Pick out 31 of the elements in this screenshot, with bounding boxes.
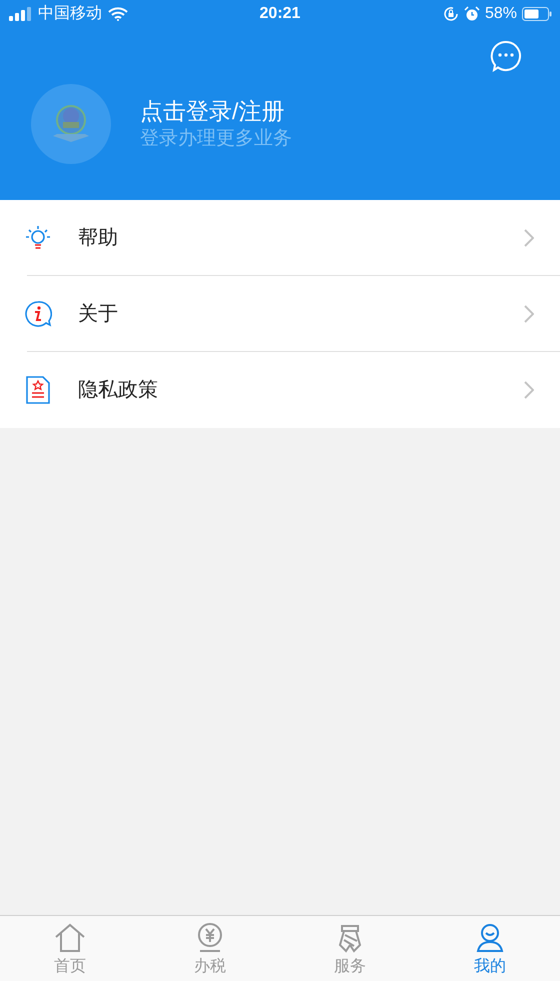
tab[interactable]: 办税 (140, 916, 280, 981)
coin-icon (196, 922, 224, 952)
document-icon (25, 375, 51, 405)
person-icon (476, 922, 504, 952)
chevron-icon (524, 381, 534, 399)
chevron-icon (524, 305, 534, 323)
login-title[interactable]: 点击登录/注册 (140, 96, 292, 126)
menu-item[interactable]: 关于 (0, 276, 560, 352)
chevron-icon (524, 229, 534, 247)
tab[interactable]: 服务 (280, 916, 420, 981)
battery-percent: 58% (484, 4, 517, 24)
rotation-lock-icon (442, 6, 459, 22)
carrier-text: 中国移动 (38, 4, 102, 24)
status-time: 20:21 (260, 4, 300, 24)
wifi-icon (108, 7, 128, 21)
signal-icon (8, 7, 32, 21)
alarm-icon (464, 6, 480, 22)
home-icon (54, 922, 86, 952)
battery-icon (522, 7, 552, 21)
menu-label: 关于 (78, 302, 119, 327)
menu-item[interactable]: 隐私政策 (0, 352, 560, 428)
message-icon[interactable] (490, 40, 522, 72)
menu-label: 隐私政策 (78, 378, 159, 403)
login-subtitle: 登录办理更多业务 (140, 127, 292, 151)
tab[interactable]: 首页 (0, 916, 140, 981)
menu-item[interactable]: 帮助 (0, 200, 560, 276)
menu-label: 帮助 (78, 226, 119, 251)
info-icon (24, 300, 52, 328)
tab[interactable]: 我的 (420, 916, 560, 981)
tie-icon (336, 922, 364, 952)
lightbulb-icon (24, 224, 52, 252)
